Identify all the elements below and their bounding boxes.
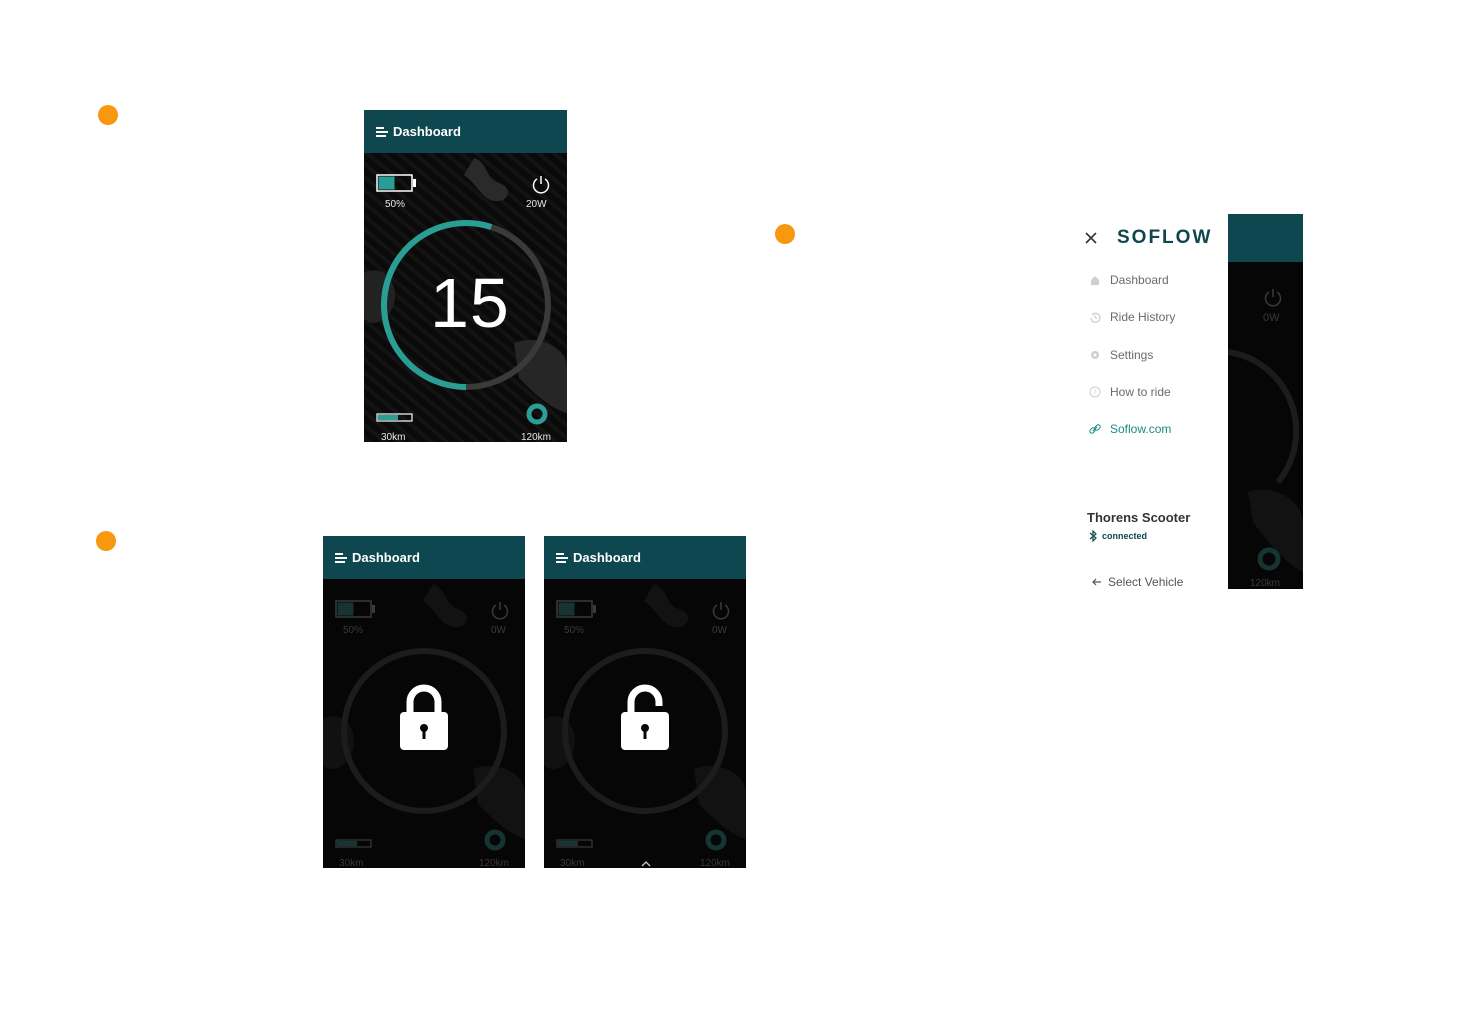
- orange-marker-1: [98, 105, 118, 125]
- bluetooth-icon: [1089, 530, 1097, 542]
- menu-icon[interactable]: [376, 127, 388, 137]
- menu-icon[interactable]: [335, 553, 347, 563]
- dashboard-peek: 0W 120km: [1228, 214, 1303, 589]
- speed-value: 15: [430, 264, 510, 342]
- menu-icon[interactable]: [556, 553, 568, 563]
- header-title: Dashboard: [573, 550, 641, 565]
- battery-icon: [556, 600, 596, 618]
- power-icon[interactable]: [1263, 288, 1283, 308]
- eco-mode-icon: [705, 829, 727, 851]
- sidebar-item-label: Dashboard: [1110, 273, 1169, 287]
- header-bar: Dashboard: [323, 536, 525, 579]
- lock-closed-icon[interactable]: [398, 684, 450, 752]
- power-value: 20W: [526, 199, 547, 210]
- sidebar-item-dashboard[interactable]: Dashboard: [1089, 273, 1169, 287]
- header-bar: Dashboard: [544, 536, 746, 579]
- vehicle-status: connected: [1088, 530, 1147, 542]
- power-icon[interactable]: [531, 175, 551, 195]
- dashboard-screen-unlocked: Dashboard 50% 0W 30km 120km: [544, 536, 746, 868]
- vehicle-name: Thorens Scooter: [1087, 510, 1191, 525]
- vehicle-status-label: connected: [1102, 531, 1148, 541]
- eco-mode-icon: [484, 829, 506, 851]
- header-bar: [1228, 214, 1303, 262]
- range-min: 30km: [381, 432, 406, 442]
- sidebar-item-soflow-link[interactable]: Soflow.com: [1089, 422, 1171, 436]
- range-min: 30km: [339, 858, 364, 868]
- sidebar-item-how-to-ride[interactable]: ? How to ride: [1089, 385, 1171, 399]
- header-title: Dashboard: [393, 124, 461, 139]
- sidebar-item-label: Ride History: [1110, 310, 1176, 324]
- sidebar-item-label: Settings: [1110, 348, 1154, 362]
- power-icon[interactable]: [711, 601, 731, 621]
- range-max: 120km: [1250, 578, 1281, 589]
- orange-marker-3: [96, 531, 116, 551]
- power-icon[interactable]: [490, 601, 510, 621]
- dashboard-screen-locked: Dashboard 50% 0W 30km 120km: [323, 536, 525, 868]
- range-bar: [335, 839, 372, 848]
- battery-icon: [376, 174, 416, 192]
- link-icon: [1089, 423, 1101, 435]
- sidebar-item-ride-history[interactable]: Ride History: [1089, 310, 1175, 324]
- battery-percent: 50%: [385, 199, 406, 210]
- history-icon: [1089, 311, 1101, 323]
- range-max: 120km: [700, 858, 731, 868]
- close-icon[interactable]: [1084, 231, 1098, 245]
- battery-percent: 50%: [343, 625, 364, 636]
- brand-logo: SOFLOW: [1117, 227, 1213, 248]
- help-icon: ?: [1089, 386, 1101, 398]
- chevron-up-icon[interactable]: [640, 860, 652, 868]
- orange-marker-2: [775, 224, 795, 244]
- dashboard-screen-active: Dashboard 50% 20W 15 30km 120km: [364, 110, 567, 442]
- battery-icon: [335, 600, 375, 618]
- sidebar-item-label: How to ride: [1110, 385, 1171, 399]
- arrow-left-icon: [1092, 578, 1101, 586]
- battery-percent: 50%: [564, 625, 585, 636]
- select-vehicle-button[interactable]: Select Vehicle: [1091, 575, 1183, 589]
- range-bar: [556, 839, 593, 848]
- header-title: Dashboard: [352, 550, 420, 565]
- power-value: 0W: [1263, 312, 1280, 324]
- gear-icon: [1089, 349, 1101, 361]
- eco-mode-icon: [1257, 547, 1281, 571]
- eco-mode-icon[interactable]: [525, 402, 549, 426]
- battery-fill: [378, 176, 395, 190]
- lock-open-icon[interactable]: [619, 684, 671, 752]
- svg-text:?: ?: [1093, 389, 1097, 397]
- power-value: 0W: [712, 625, 727, 636]
- home-icon: [1089, 274, 1101, 286]
- header-bar: Dashboard: [364, 110, 567, 153]
- power-value: 0W: [491, 625, 506, 636]
- sidebar-item-settings[interactable]: Settings: [1089, 348, 1153, 362]
- range-max: 120km: [479, 858, 510, 868]
- range-min: 30km: [560, 858, 585, 868]
- sidebar-item-label: Soflow.com: [1110, 422, 1172, 436]
- range-bar: [376, 413, 413, 422]
- select-vehicle-label: Select Vehicle: [1108, 575, 1184, 589]
- range-max: 120km: [521, 432, 552, 442]
